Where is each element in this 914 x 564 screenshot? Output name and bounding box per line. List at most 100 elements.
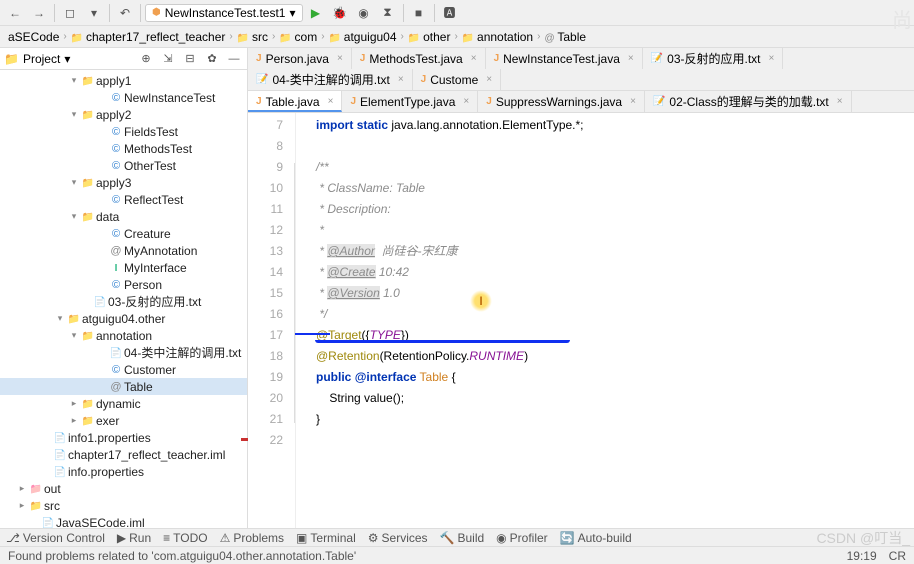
debug-icon[interactable]: 🐞 xyxy=(329,2,351,24)
tab-todo[interactable]: ≡ TODO xyxy=(163,531,207,545)
code-line[interactable] xyxy=(316,430,914,451)
tab-terminal[interactable]: ▣ Terminal xyxy=(296,531,356,545)
code-line[interactable]: * Description: xyxy=(316,199,914,220)
close-icon[interactable]: × xyxy=(486,74,492,85)
close-icon[interactable]: × xyxy=(463,96,469,107)
tree-exer[interactable]: ▸exer xyxy=(0,412,247,429)
code-line[interactable]: * @Create 10:42 xyxy=(316,262,914,283)
tree-customer[interactable]: Customer xyxy=(0,361,247,378)
hide-icon[interactable]: — xyxy=(225,50,243,68)
editor-tab[interactable]: ElementType.java× xyxy=(342,91,478,112)
close-icon[interactable]: × xyxy=(328,96,334,107)
tab-autobuild[interactable]: 🔄 Auto-build xyxy=(560,531,632,545)
tree-myannotation[interactable]: MyAnnotation xyxy=(0,242,247,259)
editor-tab[interactable]: 02-Class的理解与类的加载.txt× xyxy=(645,91,852,112)
back-icon[interactable]: ← xyxy=(4,2,26,24)
project-dropdown[interactable]: 📁 Project ▾ xyxy=(4,52,133,66)
stop2-icon[interactable]: ■ xyxy=(408,2,430,24)
project-tree[interactable]: ▾apply1 NewInstanceTest ▾apply2 FieldsTe… xyxy=(0,70,247,528)
tree-info[interactable]: info.properties xyxy=(0,463,247,480)
crumb-2[interactable]: src xyxy=(237,30,268,44)
tree-jseiml[interactable]: JavaSECode.iml xyxy=(0,514,247,528)
line-ending[interactable]: CR xyxy=(889,549,906,563)
crumb-1[interactable]: chapter17_reflect_teacher xyxy=(71,30,226,44)
forward-icon[interactable]: → xyxy=(28,2,50,24)
tab-run[interactable]: ▶ Run xyxy=(117,531,151,545)
code-line[interactable]: @Retention(RetentionPolicy.RUNTIME) xyxy=(316,346,914,367)
tree-info1[interactable]: info1.properties xyxy=(0,429,247,446)
code-line[interactable]: /** xyxy=(316,157,914,178)
close-icon[interactable]: × xyxy=(628,53,634,64)
coverage-icon[interactable]: ◉ xyxy=(353,2,375,24)
code-line[interactable]: */ xyxy=(316,304,914,325)
dropdown-icon[interactable]: ▾ xyxy=(83,2,105,24)
code[interactable]: import static java.lang.annotation.Eleme… xyxy=(296,113,914,528)
tree-file-03[interactable]: 03-反射的应用.txt xyxy=(0,293,247,310)
code-line[interactable]: * xyxy=(316,220,914,241)
code-line[interactable]: } xyxy=(316,409,914,430)
crumb-0[interactable]: aSECode xyxy=(8,30,59,44)
collapse-icon[interactable]: ⊟ xyxy=(181,50,199,68)
tab-build[interactable]: 🔨 Build xyxy=(440,531,485,545)
code-area[interactable]: 78910111213141516171819202122 import sta… xyxy=(248,113,914,528)
close-icon[interactable]: × xyxy=(337,53,343,64)
code-line[interactable]: import static java.lang.annotation.Eleme… xyxy=(316,115,914,136)
run-config-selector[interactable]: NewInstanceTest.test1 ▾ xyxy=(145,4,303,22)
run-icon[interactable]: ▶ xyxy=(305,2,327,24)
crumb-7[interactable]: Table xyxy=(544,30,586,44)
tree-src[interactable]: ▸src xyxy=(0,497,247,514)
select-opened-icon[interactable]: ⊕ xyxy=(137,50,155,68)
editor-tab[interactable]: Person.java× xyxy=(248,48,352,69)
tree-fieldstest[interactable]: FieldsTest xyxy=(0,123,247,140)
cursor-position[interactable]: 19:19 xyxy=(847,549,877,563)
tree-othertest[interactable]: OtherTest xyxy=(0,157,247,174)
tree-out[interactable]: ▸out xyxy=(0,480,247,497)
code-line[interactable]: * ClassName: Table xyxy=(316,178,914,199)
profile-icon[interactable]: ⧗ xyxy=(377,2,399,24)
editor-tab[interactable]: 03-反射的应用.txt× xyxy=(643,48,784,69)
editor-tab[interactable]: Table.java× xyxy=(248,91,342,112)
editor-tab[interactable]: Custome× xyxy=(413,69,501,90)
tab-services[interactable]: ⚙ Services xyxy=(368,531,428,545)
tab-version-control[interactable]: ⎇ Version Control xyxy=(6,531,105,545)
crumb-6[interactable]: annotation xyxy=(462,30,533,44)
close-icon[interactable]: × xyxy=(837,96,843,107)
tree-person[interactable]: Person xyxy=(0,276,247,293)
stop-icon[interactable]: ◻ xyxy=(59,2,81,24)
tree-dynamic[interactable]: ▸dynamic xyxy=(0,395,247,412)
translate-icon[interactable]: 🅰 xyxy=(439,2,461,24)
tree-iml[interactable]: chapter17_reflect_teacher.iml xyxy=(0,446,247,463)
code-line[interactable]: public @interface Table { xyxy=(316,367,914,388)
tree-methodstest[interactable]: MethodsTest xyxy=(0,140,247,157)
close-icon[interactable]: × xyxy=(398,74,404,85)
tab-problems[interactable]: ⚠ Problems xyxy=(220,531,284,545)
editor-tab[interactable]: SuppressWarnings.java× xyxy=(478,91,645,112)
tree-data[interactable]: ▾data xyxy=(0,208,247,225)
tree-other-pkg[interactable]: ▾atguigu04.other xyxy=(0,310,247,327)
tree-apply1[interactable]: ▾apply1 xyxy=(0,72,247,89)
close-icon[interactable]: × xyxy=(630,96,636,107)
settings-icon[interactable]: ✿ xyxy=(203,50,221,68)
close-icon[interactable]: × xyxy=(471,53,477,64)
tree-newinstancetest[interactable]: NewInstanceTest xyxy=(0,89,247,106)
code-line[interactable]: String value(); xyxy=(316,388,914,409)
tree-reflecttest[interactable]: ReflectTest xyxy=(0,191,247,208)
tab-profiler[interactable]: ◉ Profiler xyxy=(496,531,548,545)
tree-apply3[interactable]: ▾apply3 xyxy=(0,174,247,191)
tree-myinterface[interactable]: MyInterface xyxy=(0,259,247,276)
crumb-5[interactable]: other xyxy=(408,30,451,44)
crumb-3[interactable]: com xyxy=(279,30,317,44)
tree-apply2[interactable]: ▾apply2 xyxy=(0,106,247,123)
tree-creature[interactable]: Creature xyxy=(0,225,247,242)
crumb-4[interactable]: atguigu04 xyxy=(329,30,397,44)
expand-icon[interactable]: ⇲ xyxy=(159,50,177,68)
tree-table[interactable]: Table xyxy=(0,378,247,395)
editor-tab[interactable]: MethodsTest.java× xyxy=(352,48,486,69)
code-line[interactable] xyxy=(316,136,914,157)
tree-file-04[interactable]: 04-类中注解的调用.txt xyxy=(0,344,247,361)
code-line[interactable]: * @Author 尚硅谷-宋红康 xyxy=(316,241,914,262)
close-icon[interactable]: × xyxy=(769,53,775,64)
tree-annotation-pkg[interactable]: ▾annotation xyxy=(0,327,247,344)
undo-icon[interactable]: ↶ xyxy=(114,2,136,24)
editor-tab[interactable]: NewInstanceTest.java× xyxy=(486,48,643,69)
